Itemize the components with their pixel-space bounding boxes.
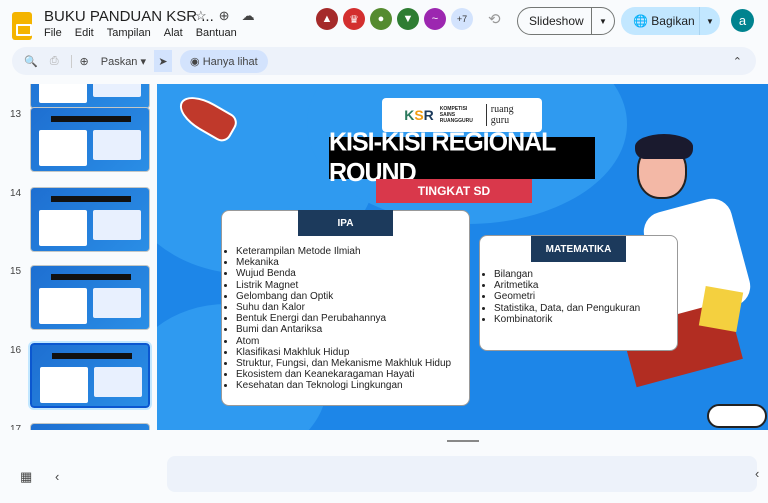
view-mode-label: Hanya lihat	[202, 55, 258, 68]
zoom-value: Paskan	[100, 55, 138, 68]
more-collaborators[interactable]: +7	[451, 8, 473, 30]
slides-logo[interactable]	[12, 12, 32, 40]
matematika-item: Kombinatorik	[494, 314, 640, 325]
search-icon[interactable]: 🔍	[24, 55, 38, 68]
document-title[interactable]: BUKU PANDUAN KSR ...	[44, 8, 214, 25]
slide-thumbnail[interactable]	[30, 107, 150, 172]
matematika-item: Bilangan	[494, 269, 640, 280]
collapse-panel-icon[interactable]: ‹	[55, 469, 59, 484]
slide-number: 14	[10, 188, 22, 199]
grid-view-icon[interactable]: ▦	[20, 469, 32, 485]
slide-thumbnail-selected[interactable]	[28, 341, 152, 410]
ipa-item: Struktur, Fungsi, dan Mekanisme Makhluk …	[236, 358, 456, 369]
menu-bar: File Edit Tampilan Alat Bantuan	[44, 27, 237, 39]
menu-edit[interactable]: Edit	[75, 27, 94, 39]
slide-title: KISI-KISI REGIONAL ROUND	[329, 128, 595, 187]
slide-thumbnail[interactable]	[30, 265, 150, 330]
matematika-box: MATEMATIKA BilanganAritmetikaGeometriSta…	[479, 235, 678, 351]
collaborator-avatar[interactable]: ▲	[316, 8, 338, 30]
ipa-item: Atom	[236, 336, 456, 347]
slide-thumbnail[interactable]	[30, 187, 150, 252]
slide-canvas: KSR KOMPETISI SAINS RUANGGURU ruang guru K…	[157, 84, 768, 430]
slide-number: 16	[10, 345, 22, 356]
ipa-item: Mekanika	[236, 257, 456, 268]
collaborator-avatar[interactable]: ~	[424, 8, 446, 30]
slide-number: 15	[10, 266, 22, 277]
zoom-select[interactable]: Paskan ▾	[101, 55, 146, 68]
menu-tools[interactable]: Alat	[164, 27, 183, 39]
slide-thumbnails[interactable]: 13 14 15 16 17	[0, 84, 157, 430]
matematika-list: BilanganAritmetikaGeometriStatistika, Da…	[480, 269, 640, 325]
collapse-icon[interactable]: ⌃	[733, 55, 742, 68]
side-panel-toggle[interactable]: ‹	[755, 466, 759, 481]
ipa-item: Wujud Benda	[236, 268, 456, 279]
slide-number: 13	[10, 109, 22, 120]
collaborators: ▲ ♛ ● ▼ ~ +7	[316, 8, 473, 30]
cloud-icon[interactable]: ☁	[242, 8, 255, 24]
ipa-item: Kesehatan dan Teknologi Lingkungan	[236, 380, 456, 391]
ipa-item: Listrik Magnet	[236, 280, 456, 291]
globe-icon: 🌐	[633, 14, 648, 28]
ipa-box: IPA Keterampilan Metode IlmiahMekanikaWu…	[221, 210, 470, 406]
move-icon[interactable]: ⊕	[219, 8, 230, 24]
slide-subtitle: TINGKAT SD	[376, 179, 532, 203]
ruangguru-logo: ruang guru	[485, 104, 520, 126]
collaborator-avatar[interactable]: ♛	[343, 8, 365, 30]
zoom-icon[interactable]: ⊕	[70, 54, 89, 68]
user-avatar[interactable]: a	[731, 9, 754, 32]
share-button[interactable]: 🌐 Bagikan ▼	[621, 7, 720, 35]
logo-text: KOMPETISI SAINS RUANGGURU	[439, 106, 473, 124]
matematika-item: Geometri	[494, 291, 640, 302]
print-icon[interactable]: ⎙	[50, 55, 59, 68]
ipa-item: Ekosistem dan Keanekaragaman Hayati	[236, 369, 456, 380]
matematika-item: Statistika, Data, dan Pengukuran	[494, 303, 640, 314]
slide-number: 17	[10, 424, 22, 430]
ipa-item: Gelombang dan Optik	[236, 291, 456, 302]
slide-thumbnail[interactable]	[30, 84, 150, 109]
ipa-item: Bentuk Energi dan Perubahannya	[236, 313, 456, 324]
toolbar: 🔍 ⎙ ⊕ Paskan ▾ ➤ ◉ Hanya lihat ⌃	[12, 47, 756, 75]
ipa-item: Bumi dan Antariksa	[236, 324, 456, 335]
slide-thumbnail[interactable]	[30, 423, 150, 430]
pointer-icon[interactable]: ➤	[154, 50, 173, 72]
ipa-heading: IPA	[298, 210, 393, 236]
ipa-list: Keterampilan Metode IlmiahMekanikaWujud …	[222, 246, 456, 392]
slideshow-label: Slideshow	[529, 14, 584, 28]
collaborator-avatar[interactable]: ●	[370, 8, 392, 30]
matematika-item: Aritmetika	[494, 280, 640, 291]
collaborator-avatar[interactable]: ▼	[397, 8, 419, 30]
chevron-down-icon[interactable]: ▼	[699, 7, 720, 35]
menu-help[interactable]: Bantuan	[196, 27, 237, 39]
speaker-notes[interactable]	[167, 456, 757, 492]
share-label: Bagikan	[651, 14, 695, 28]
history-icon[interactable]: ⟲	[488, 10, 501, 28]
ipa-item: Klasifikasi Makhluk Hidup	[236, 347, 456, 358]
resize-handle[interactable]	[447, 440, 479, 442]
matematika-heading: MATEMATIKA	[531, 236, 626, 262]
chevron-down-icon[interactable]: ▼	[591, 8, 614, 34]
slideshow-button[interactable]: Slideshow ▼	[517, 7, 615, 35]
ipa-item: Suhu dan Kalor	[236, 302, 456, 313]
menu-view[interactable]: Tampilan	[107, 27, 151, 39]
star-icon[interactable]: ☆	[195, 8, 207, 24]
view-only-button[interactable]: ◉ Hanya lihat	[180, 49, 268, 73]
eye-icon: ◉	[190, 55, 200, 68]
ipa-item: Keterampilan Metode Ilmiah	[236, 246, 456, 257]
menu-file[interactable]: File	[44, 27, 62, 39]
